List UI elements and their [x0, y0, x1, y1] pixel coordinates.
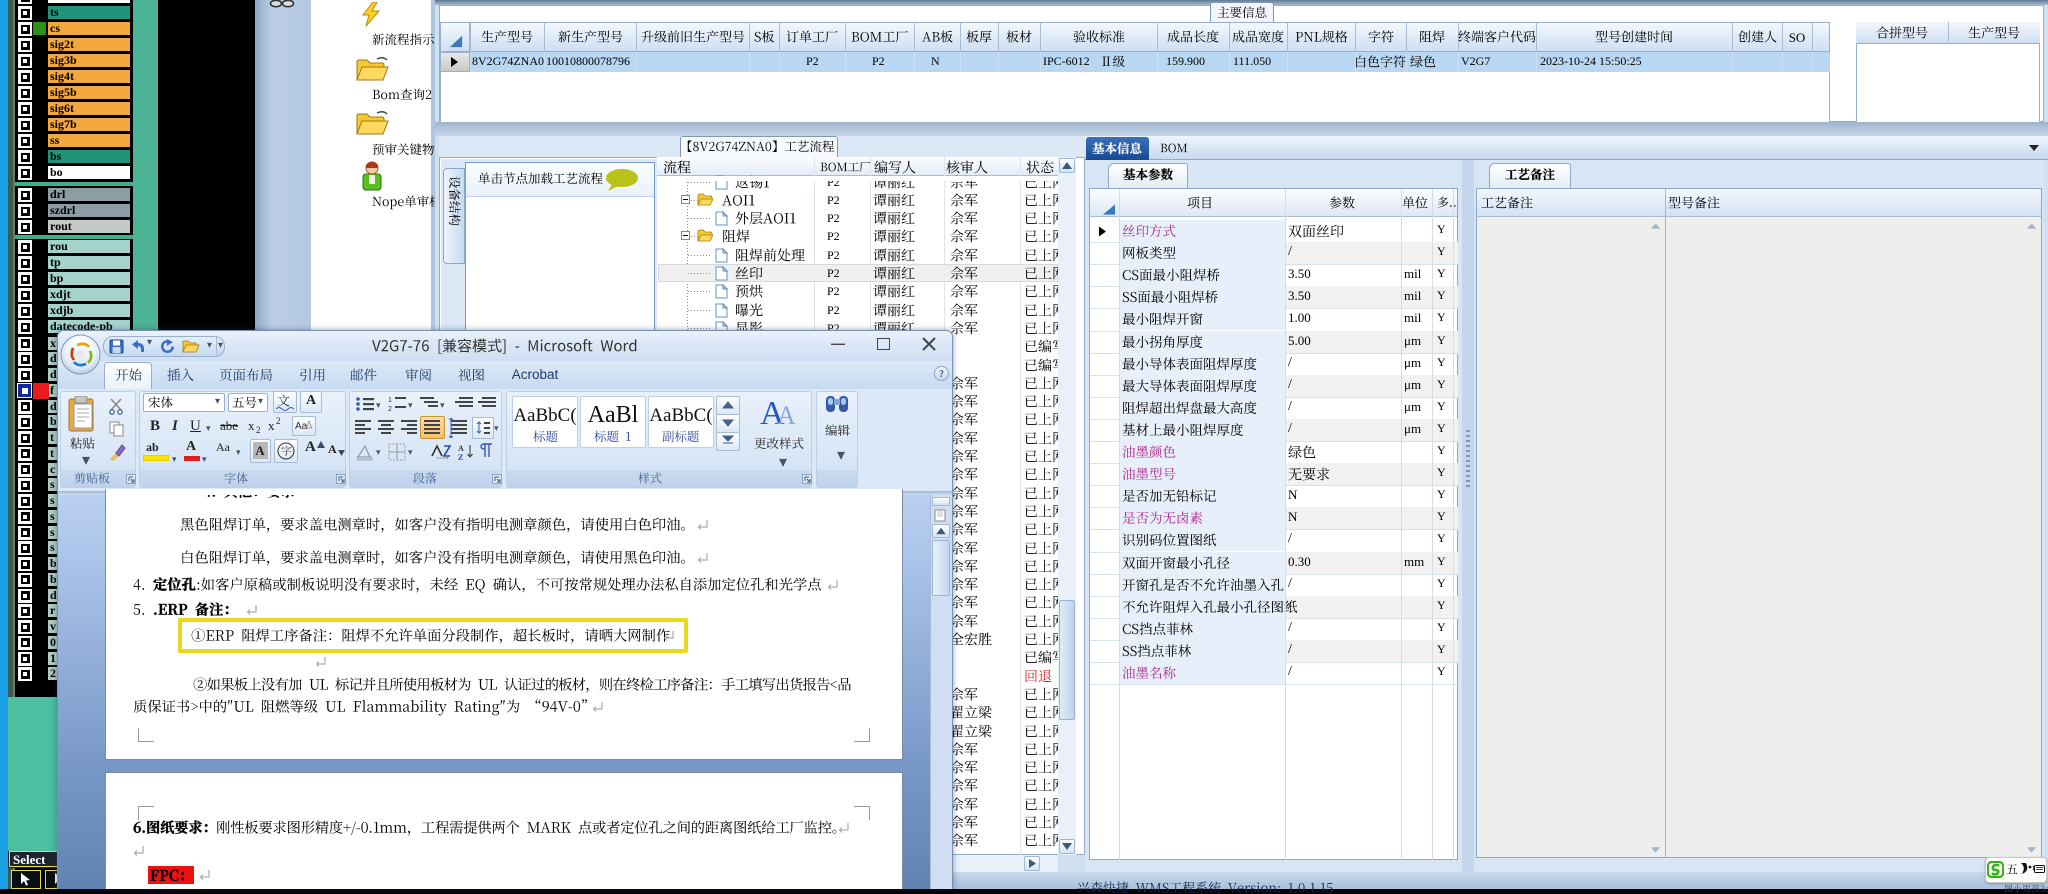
- svg-text:2: 2: [388, 406, 392, 412]
- svg-text:1: 1: [388, 397, 392, 404]
- svg-text:A: A: [777, 401, 796, 428]
- svg-text:?: ?: [939, 369, 944, 380]
- svg-text:Aa: Aa: [295, 421, 308, 432]
- svg-text:A: A: [458, 444, 464, 453]
- svg-text:Z: Z: [458, 453, 463, 460]
